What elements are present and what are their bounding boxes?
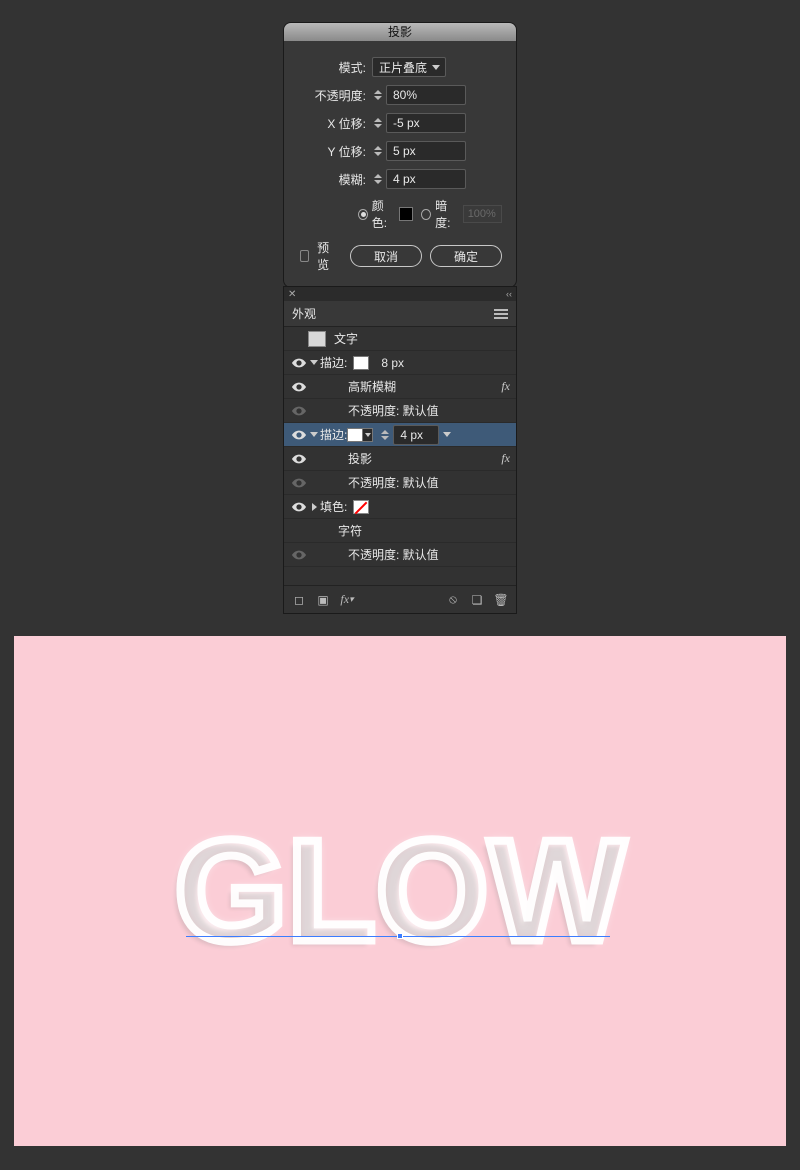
fill-label: 填色: [320, 498, 347, 515]
stepper-arrows-icon[interactable] [372, 85, 384, 105]
characters-label: 字符 [308, 522, 362, 539]
color-swatch[interactable] [399, 207, 413, 221]
duplicate-icon[interactable]: ❏ [470, 593, 484, 607]
stepper-arrows-icon[interactable] [372, 141, 384, 161]
darkness-radio[interactable] [421, 209, 431, 220]
appearance-opacity-row-3[interactable]: 不透明度: 默认值 [284, 543, 516, 567]
opacity-label: 不透明度: [298, 87, 372, 104]
appearance-panel: ✕ ‹‹ 外观 文字 描边: 8 px 高斯模糊 fx 不透明度: 默认值 描边… [283, 286, 517, 614]
appearance-characters-row[interactable]: 字符 [284, 519, 516, 543]
chevron-down-icon[interactable] [308, 432, 320, 437]
yoffset-input[interactable]: 5 px [386, 141, 466, 161]
opacity-input[interactable]: 80% [386, 85, 466, 105]
close-icon[interactable]: ✕ [288, 289, 296, 300]
stroke2-size[interactable]: 4 px [393, 425, 439, 445]
visibility-dim-icon[interactable] [290, 550, 308, 560]
visibility-dim-icon[interactable] [290, 406, 308, 416]
fx-icon[interactable]: fx [501, 379, 510, 394]
appearance-fill-row[interactable]: 填色: [284, 495, 516, 519]
appearance-stroke-row-2[interactable]: 描边: 4 px [284, 423, 516, 447]
ok-button[interactable]: 确定 [430, 245, 502, 267]
chevron-down-icon[interactable] [441, 432, 453, 437]
stroke2-label: 描边: [320, 426, 347, 443]
glow-text[interactable]: GLOW [174, 808, 625, 975]
mode-value: 正片叠底 [379, 59, 427, 76]
opacity-default-label: 不透明度: 默认值 [308, 402, 439, 419]
panel-header: 外观 [284, 301, 516, 327]
clear-icon[interactable]: ⦸ [446, 593, 460, 607]
stroke1-size: 8 px [381, 356, 404, 370]
blur-label: 模糊: [298, 171, 372, 188]
panel-tab-strip: ✕ ‹‹ [284, 287, 516, 301]
collapse-icon[interactable]: ‹‹ [506, 289, 512, 299]
text-thumb-icon [308, 331, 326, 347]
visibility-icon[interactable] [290, 430, 308, 440]
stepper-arrows-icon[interactable] [379, 425, 391, 445]
panel-footer: ◻ ▣ fx▾ ⦸ ❏ 🗑 [284, 585, 516, 613]
stepper-arrows-icon[interactable] [372, 113, 384, 133]
panel-menu-icon[interactable] [494, 309, 508, 319]
appearance-opacity-row-2[interactable]: 不透明度: 默认值 [284, 471, 516, 495]
chevron-down-icon[interactable] [308, 360, 320, 365]
trash-icon[interactable]: 🗑 [494, 593, 508, 607]
mode-select[interactable]: 正片叠底 [372, 57, 446, 77]
appearance-tab[interactable]: 外观 [292, 305, 316, 322]
yoffset-label: Y 位移: [298, 143, 372, 160]
preview-label: 预览 [317, 239, 334, 273]
appearance-gaussian-row[interactable]: 高斯模糊 fx [284, 375, 516, 399]
appearance-stroke-row-1[interactable]: 描边: 8 px [284, 351, 516, 375]
blur-spinner[interactable]: 4 px [372, 169, 466, 189]
gaussian-blur-label: 高斯模糊 [308, 378, 396, 395]
color-label: 颜色: [372, 197, 396, 231]
new-stroke-icon[interactable]: ◻ [292, 593, 306, 607]
xoffset-spinner[interactable]: -5 px [372, 113, 466, 133]
fx-menu-icon[interactable]: fx▾ [340, 593, 354, 607]
dialog-title: 投影 [284, 23, 516, 41]
text-label: 文字 [334, 330, 358, 347]
xoffset-input[interactable]: -5 px [386, 113, 466, 133]
no-fill-swatch[interactable] [353, 500, 369, 514]
blur-input[interactable]: 4 px [386, 169, 466, 189]
visibility-dim-icon[interactable] [290, 478, 308, 488]
shadow-label: 投影 [308, 450, 372, 467]
mode-label: 模式: [298, 59, 372, 76]
darkness-value: 100% [463, 205, 502, 223]
appearance-opacity-row-1[interactable]: 不透明度: 默认值 [284, 399, 516, 423]
appearance-text-row[interactable]: 文字 [284, 327, 516, 351]
visibility-icon[interactable] [290, 502, 308, 512]
color-radio[interactable] [358, 209, 368, 220]
stroke2-swatch[interactable] [347, 428, 373, 442]
selection-handle[interactable] [397, 933, 403, 939]
stroke1-label: 描边: [320, 354, 347, 371]
opacity-default-label: 不透明度: 默认值 [308, 546, 439, 563]
stepper-arrows-icon[interactable] [372, 169, 384, 189]
yoffset-spinner[interactable]: 5 px [372, 141, 466, 161]
opacity-spinner[interactable]: 80% [372, 85, 466, 105]
cancel-button[interactable]: 取消 [350, 245, 422, 267]
stroke1-swatch[interactable] [353, 356, 369, 370]
opacity-default-label: 不透明度: 默认值 [308, 474, 439, 491]
artboard[interactable]: GLOW [14, 636, 786, 1146]
drop-shadow-dialog: 投影 模式: 正片叠底 不透明度: 80% X 位移: -5 px Y 位移: [283, 22, 517, 288]
visibility-icon[interactable] [290, 358, 308, 368]
visibility-icon[interactable] [290, 454, 308, 464]
stroke2-size-stepper[interactable]: 4 px [379, 425, 439, 445]
visibility-icon[interactable] [290, 382, 308, 392]
appearance-shadow-row[interactable]: 投影 fx [284, 447, 516, 471]
fx-icon[interactable]: fx [501, 451, 510, 466]
chevron-right-icon[interactable] [308, 503, 320, 511]
darkness-label: 暗度: [435, 197, 459, 231]
xoffset-label: X 位移: [298, 115, 372, 132]
new-fill-icon[interactable]: ▣ [316, 593, 330, 607]
preview-checkbox[interactable] [300, 250, 309, 262]
